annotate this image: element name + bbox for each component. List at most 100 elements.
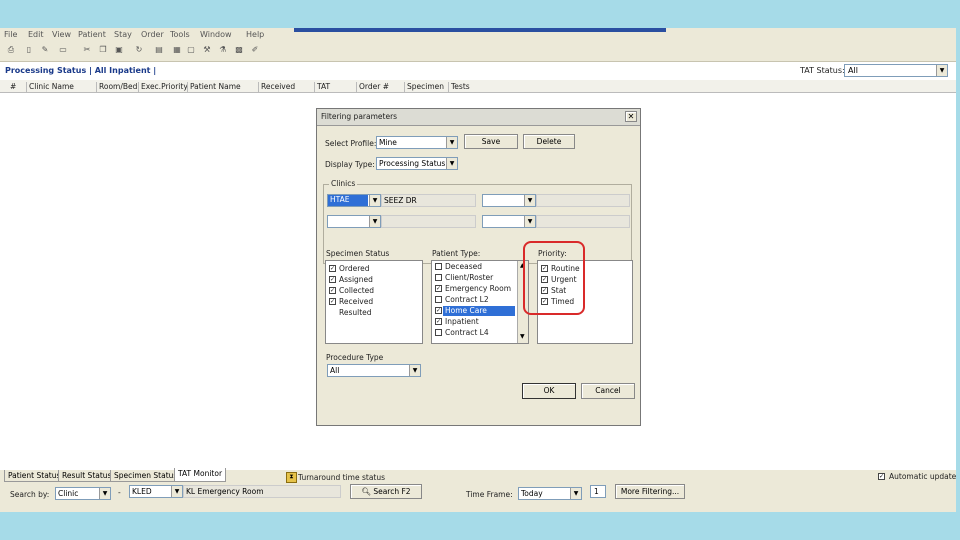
close-icon[interactable]: ✕ [625, 111, 637, 122]
search-by-dropdown[interactable]: Clinic ▼ [55, 487, 111, 500]
checkbox[interactable] [435, 296, 442, 303]
time-frame-dropdown[interactable]: Today ▼ [518, 487, 582, 500]
checkbox[interactable]: ✓ [435, 318, 442, 325]
col-specimen[interactable]: Specimen [404, 82, 444, 92]
col-exec-priority[interactable]: Exec.Priority [138, 82, 188, 92]
chevron-down-icon[interactable]: ▼ [369, 216, 380, 227]
chevron-down-icon[interactable]: ▼ [369, 195, 380, 206]
specimen-status-resulted-label: Resulted [339, 308, 372, 317]
more-filtering-button[interactable]: More Filtering... [615, 484, 685, 499]
chevron-down-icon[interactable]: ▼ [524, 195, 535, 206]
col-clinic-name[interactable]: Clinic Name [26, 82, 74, 92]
cancel-button[interactable]: Cancel [581, 383, 635, 399]
patient-type-inpatient-label: Inpatient [445, 317, 479, 326]
clinic-4-name-box [536, 215, 630, 228]
edit-icon[interactable]: ✎ [40, 45, 50, 55]
checkbox[interactable]: ✓ [329, 265, 336, 272]
col-tat[interactable]: TAT [314, 82, 330, 92]
chevron-down-icon[interactable]: ▼ [570, 488, 581, 499]
ok-button[interactable]: OK [522, 383, 576, 399]
chevron-down-icon[interactable]: ▼ [171, 486, 182, 497]
car-icon[interactable]: ▭ [58, 45, 68, 55]
display-type-dropdown[interactable]: Processing Status ▼ [376, 157, 458, 170]
search-button-label: Search F2 [373, 487, 411, 496]
checkbox[interactable]: ✓ [329, 276, 336, 283]
menu-patient[interactable]: Patient [78, 30, 106, 39]
search-button[interactable]: 🔍︎ Search F2 [350, 484, 422, 499]
chevron-down-icon[interactable]: ▼ [446, 137, 457, 148]
chevron-down-icon[interactable]: ▼ [520, 333, 525, 340]
chevron-down-icon[interactable]: ▼ [99, 488, 110, 499]
patient-type-emergency-room-label: Emergency Room [445, 284, 512, 293]
copy-icon[interactable]: ❐ [98, 45, 108, 55]
filtering-dialog: Filtering parameters ✕ Select Profile: M… [316, 108, 641, 426]
checkbox[interactable] [435, 263, 442, 270]
chevron-down-icon[interactable]: ▼ [524, 216, 535, 227]
search-code-value: KLED [132, 487, 152, 496]
tab-specimen-status[interactable]: Specimen Status [110, 470, 182, 482]
menu-stay[interactable]: Stay [114, 30, 132, 39]
grid-icon[interactable]: ▩ [234, 45, 244, 55]
patient-type-list: Deceased Client/Roster ✓ Emergency Room C… [431, 260, 529, 344]
automatic-update-checkbox[interactable]: ✓ [878, 473, 885, 480]
col-patient-name[interactable]: Patient Name [187, 82, 241, 92]
tat-status-label: TAT Status: [800, 66, 845, 75]
clinic-4-code-select[interactable]: ▼ [482, 215, 536, 228]
checkbox[interactable]: ✓ [435, 307, 442, 314]
search-by-label: Search by: [10, 490, 50, 499]
menu-order[interactable]: Order [141, 30, 164, 39]
patient-type-home-care-label: Home Care [445, 306, 487, 315]
clinic-2-code-select[interactable]: ▼ [482, 194, 536, 207]
flask-icon[interactable]: ⚗ [218, 45, 228, 55]
save-button[interactable]: Save [464, 134, 518, 149]
tab-tat-monitor[interactable]: TAT Monitor [174, 468, 227, 482]
checkbox[interactable] [435, 274, 442, 281]
checkbox[interactable]: ✓ [329, 298, 336, 305]
chevron-down-icon[interactable]: ▼ [936, 65, 947, 76]
paste-icon[interactable]: ▣ [114, 45, 124, 55]
main-window: File Edit View Patient Stay Order Tools … [0, 28, 956, 512]
menu-file[interactable]: File [4, 30, 17, 39]
patient-type-contract-l2-label: Contract L2 [445, 295, 489, 304]
col-tests[interactable]: Tests [448, 82, 470, 92]
checkbox[interactable] [435, 329, 442, 336]
tools-icon[interactable]: ⚒ [202, 45, 212, 55]
paint-icon[interactable]: ✐ [250, 45, 260, 55]
page-icon[interactable]: ▦ [172, 45, 182, 55]
tat-status-select[interactable]: All ▼ [844, 64, 948, 77]
dash-separator: - [118, 488, 121, 497]
cut-icon[interactable]: ✂ [82, 45, 92, 55]
select-profile-dropdown[interactable]: Mine ▼ [376, 136, 458, 149]
clinic-1-code-select[interactable]: HTAE ▼ [327, 194, 381, 207]
menu-window[interactable]: Window [200, 30, 232, 39]
menu-help[interactable]: Help [246, 30, 264, 39]
chevron-down-icon[interactable]: ▼ [446, 158, 457, 169]
checkbox[interactable]: ✓ [435, 285, 442, 292]
document-icon[interactable]: ▯ [24, 45, 34, 55]
chart-icon[interactable]: ▤ [154, 45, 164, 55]
tab-result-status[interactable]: Result Status [58, 470, 116, 482]
menu-tools[interactable]: Tools [170, 30, 190, 39]
tab-patient-status[interactable]: Patient Status [4, 470, 65, 482]
search-by-value: Clinic [58, 489, 79, 498]
printer-icon[interactable]: ⎙ [6, 45, 16, 55]
menu-view[interactable]: View [52, 30, 71, 39]
col-room-bed[interactable]: Room/Bed [96, 82, 137, 92]
col-received[interactable]: Received [258, 82, 295, 92]
procedure-type-label: Procedure Type [326, 353, 384, 362]
search-code-select[interactable]: KLED ▼ [129, 485, 183, 498]
toolbar: ⎙ ▯ ✎ ▭ ✂ ❐ ▣ ↻ ▤ ▦ ▢ ⚒ ⚗ ▩ ✐ [0, 42, 956, 62]
checkbox[interactable]: ✓ [329, 287, 336, 294]
clinic-3-code-select[interactable]: ▼ [327, 215, 381, 228]
col-order[interactable]: Order # [356, 82, 389, 92]
menu-edit[interactable]: Edit [28, 30, 44, 39]
col-number[interactable]: # [8, 82, 16, 92]
turnaround-status-label: Turnaround time status [298, 473, 386, 482]
time-frame-count-input[interactable]: 1 [590, 485, 606, 498]
delete-button[interactable]: Delete [523, 134, 575, 149]
refresh-icon[interactable]: ↻ [134, 45, 144, 55]
chevron-down-icon[interactable]: ▼ [409, 365, 420, 376]
procedure-type-dropdown[interactable]: All ▼ [327, 364, 421, 377]
hourglass-icon: ⧗ [286, 472, 297, 483]
screen-icon[interactable]: ▢ [186, 45, 196, 55]
